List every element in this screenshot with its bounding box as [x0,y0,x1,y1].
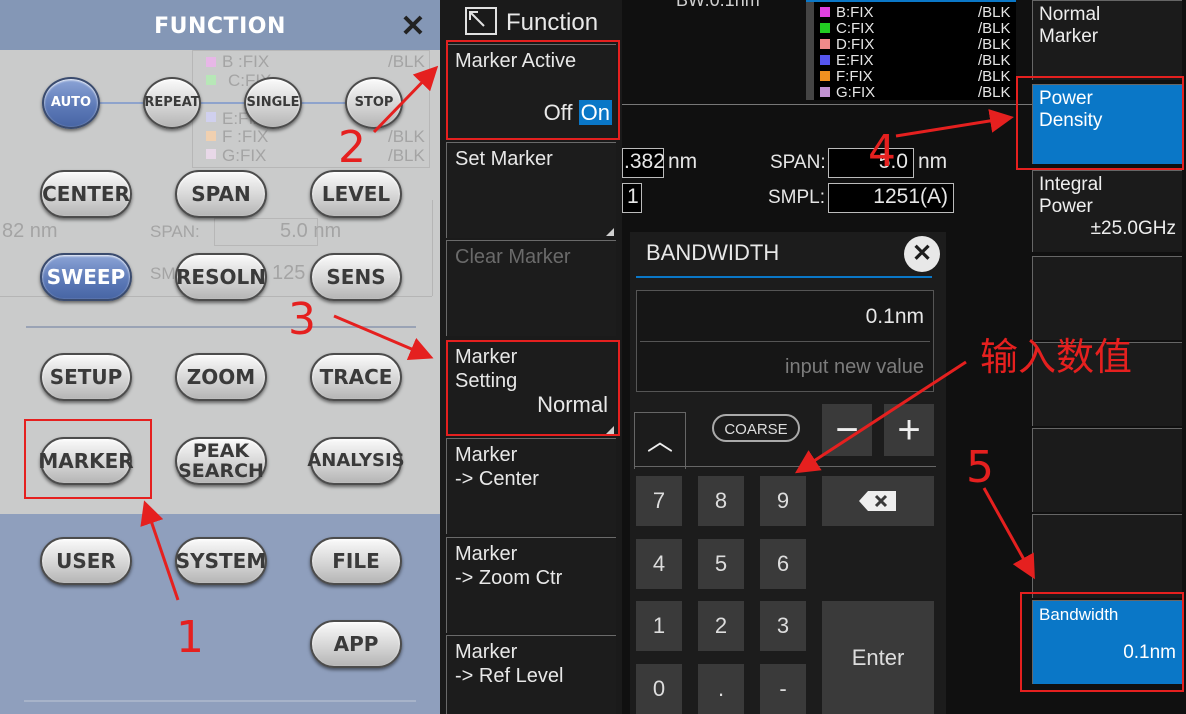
annotation-arrow-3 [333,314,434,360]
annotation-arrow-5 [982,487,1035,580]
annotation-arrow-4 [895,109,1014,138]
annotation-arrow-1 [140,500,180,601]
annotation-arrow-2 [372,65,439,134]
annotation-arrows [140,65,1035,601]
annotation-arrow-input [794,360,967,474]
